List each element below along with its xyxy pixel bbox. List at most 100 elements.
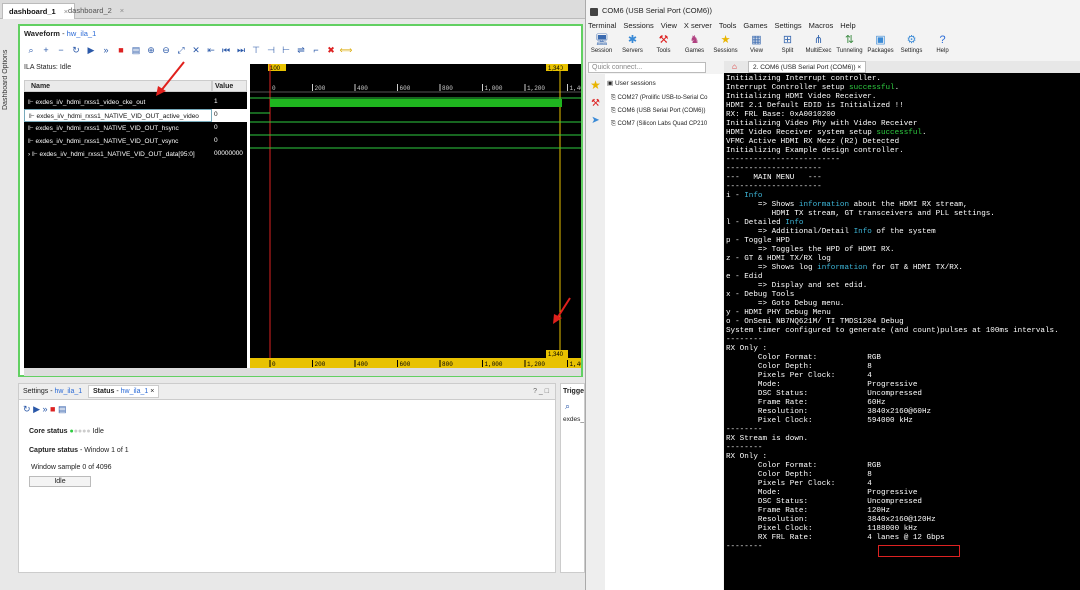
edge-icon[interactable]: ⌐ [309,43,323,57]
quick-connect-input[interactable]: Quick connect... [588,62,706,73]
serial-icon: ⎘ [611,95,616,101]
prev-marker-icon[interactable]: ⊣ [264,43,278,57]
menu-item[interactable]: Tools [719,21,737,34]
tab-status[interactable]: Status - hw_ila_1 × [88,385,160,398]
waveform-svg: 0 200 400 600 800 1,000 1,200 1,400 100 1,340 0… [250,64,588,368]
menu-item[interactable]: Help [840,21,855,34]
close-icon[interactable]: × [857,64,861,71]
signal-name-list: ⊩ exdes_i/v_hdmi_rxss1_video_cke_out ⊩ e… [24,92,212,368]
menu-item[interactable]: Sessions [623,21,653,34]
toolbar-packages-button[interactable]: ▣ Packages [865,34,896,60]
menu-item[interactable]: Settings [775,21,802,34]
terminal-line: Pixels Per Clock: 4 [726,372,872,380]
refresh-icon[interactable]: ↻ [23,404,31,414]
stop-icon[interactable]: ■ [50,404,55,414]
top-ruler: 0 200 400 600 800 1,000 1,200 1,400 [269,84,588,92]
right-marker-label: 1,340 [548,66,564,72]
menu-bar: Terminal Sessions View X server Tools Games Se… [586,21,1080,34]
toolbar-split-button[interactable]: ⊞ Split [772,34,803,60]
play-icon[interactable]: ▶ [33,404,40,414]
toolbar-games-button[interactable]: ♞ Games [679,34,710,60]
stop-icon[interactable]: ■ [114,43,128,57]
core-status: Core status ●●●●● Idle [29,428,104,435]
go-last-icon[interactable]: ⏭ [234,43,248,57]
signal-row[interactable]: ⊩ exdes_i/v_hdmi_rxss1_NATIVE_VID_OUT_hs… [24,122,212,135]
terminal-line: Pixel Clock: 594000 kHz [726,417,913,425]
tab-dashboard-2[interactable]: dashboard_2 × [62,3,130,19]
terminal-line: Initializing Video Phy with Video Receiv… [726,120,918,128]
sessions-tree: ▣ User sessions ⎘ COM27 (Prolific USB-to… [605,74,723,590]
go-marker-icon[interactable]: ⇤ [204,43,218,57]
signal-row[interactable]: › ⊩ exdes_i/v_hdmi_rxss1_NATIVE_VID_OUT_… [24,148,212,161]
signal-row-selected[interactable]: ⊩ exdes_i/v_hdmi_rxss1_NATIVE_VID_OUT_ac… [24,109,212,122]
terminal-output[interactable]: Initializing Interrupt controller. Interr… [724,73,1080,590]
toolbar-settings-button[interactable]: ⚙ Settings [896,34,927,60]
search-icon[interactable]: ⌕ [24,43,38,57]
menu-item[interactable]: X server [684,21,712,34]
close-icon[interactable]: × [120,6,124,15]
add-marker-icon[interactable]: ⊤ [249,43,263,57]
tab-com6[interactable]: 2. COM6 (USB Serial Port (COM6)) × [748,61,867,73]
cursor-icon[interactable]: ✕ [189,43,203,57]
annotation-arrow-2 [553,297,571,324]
dashboard-tabbar: dashboard_1 × dashboard_2 × [0,0,585,19]
waveform-canvas[interactable]: 0 200 400 600 800 1,000 1,200 1,400 100 1,340 0… [250,64,588,368]
refresh-icon[interactable]: ↻ [69,43,83,57]
menu-item[interactable]: Macros [809,21,834,34]
next-marker-icon[interactable]: ⊢ [279,43,293,57]
help-icon[interactable]: ? _ □ [533,388,549,395]
export-icon[interactable]: ▤ [129,43,143,57]
menu-item[interactable]: Terminal [588,21,616,34]
terminal-line: HDMI Video Receiver system setup success… [726,129,927,137]
terminal-line: e - Edid [726,273,763,281]
play-icon[interactable]: ▶ [84,43,98,57]
zoom-out-icon[interactable]: ⊖ [159,43,173,57]
trigger-row[interactable]: exdes_ [561,414,584,425]
dashboard-options-tab[interactable]: Dashboard Options [2,45,16,115]
zoom-fit-icon[interactable]: ⤢ [174,43,188,57]
toolbar-tunneling-button[interactable]: ⇅ Tunneling [834,34,865,60]
toolbar-sessions-button[interactable]: ★ Sessions [710,34,741,60]
toolbar-help-button[interactable]: ? Help [927,34,958,60]
toolbar-session-button[interactable]: 🖥 Session [586,34,617,60]
fast-forward-icon[interactable]: » [43,404,48,414]
terminal-line: Mode: Progressive [726,381,918,389]
star-icon[interactable]: ★ [586,78,605,92]
tools-icon[interactable]: ⚒ [586,98,605,109]
ila-link[interactable]: hw_ila_1 [67,29,97,38]
zoom-in-icon[interactable]: ⊕ [144,43,158,57]
menu-item[interactable]: Games [743,21,767,34]
home-icon[interactable]: ⌂ [732,62,737,71]
send-icon[interactable]: ➤ [586,115,605,126]
sessions-icon: ★ [720,34,731,46]
menu-item[interactable]: View [661,21,677,34]
value-column-header[interactable]: Value [212,80,247,92]
signal-row[interactable]: ⊩ exdes_i/v_hdmi_rxss1_NATIVE_VID_OUT_vs… [24,135,212,148]
panel-tabbar: Settings - hw_ila_1 Status - hw_ila_1 × … [19,384,555,400]
terminal-line: p - Toggle HPD [726,237,790,245]
toolbar-view-button[interactable]: ▦ View [741,34,772,60]
horizontal-scrollbar[interactable] [24,368,581,376]
tab-settings[interactable]: Settings - hw_ila_1 [23,388,82,395]
swap-icon[interactable]: ⇌ [294,43,308,57]
add-icon[interactable]: + [39,43,53,57]
session-item[interactable]: ⎘ COM7 (Silicon Labs Quad CP210 [605,118,723,131]
snap-icon[interactable]: ⟺ [339,43,353,57]
tick-label: 800 [442,85,453,92]
session-item[interactable]: ⎘ COM6 (USB Serial Port (COM6)) [605,105,723,118]
fast-forward-icon[interactable]: » [99,43,113,57]
terminal-line: Color Format: RGB [726,354,881,362]
search-icon[interactable]: ⌕ [561,399,584,414]
toolbar-tools-button[interactable]: ⚒ Tools [648,34,679,60]
terminal-line: -------- [726,426,763,434]
export-icon[interactable]: ▤ [58,404,67,414]
remove-icon[interactable]: − [54,43,68,57]
close-icon[interactable]: × [150,388,154,395]
session-icon: 🖥 [595,34,609,46]
session-item[interactable]: ⎘ COM27 (Prolific USB-to-Serial Co [605,92,723,105]
toolbar-servers-button[interactable]: ✱ Servers [617,34,648,60]
delete-icon[interactable]: ✖ [324,43,338,57]
go-first-icon[interactable]: ⏮ [219,43,233,57]
toolbar-multiexec-button[interactable]: ⋔ MultiExec [803,34,834,60]
session-root[interactable]: ▣ User sessions [605,74,723,92]
